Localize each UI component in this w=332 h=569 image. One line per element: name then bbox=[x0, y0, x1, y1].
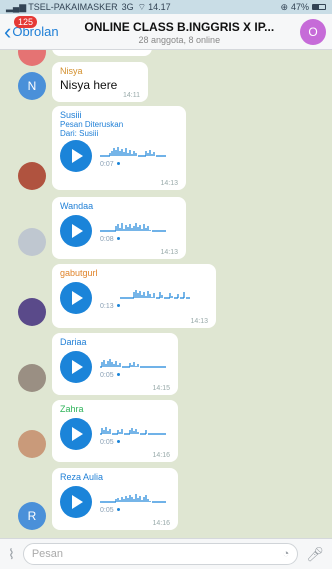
avatar-reza-aulia[interactable]: R bbox=[18, 502, 46, 530]
clock: 14.17 bbox=[148, 2, 171, 12]
voice-message-bubble[interactable]: Wandaa 0:08 14:13 bbox=[52, 197, 186, 259]
sender-name: Nisya bbox=[60, 66, 83, 76]
voice-player: 0:05 bbox=[60, 484, 170, 520]
voice-player: 0:13 bbox=[60, 280, 208, 316]
avatar-susiii[interactable] bbox=[18, 162, 46, 190]
message-time: 14:15 bbox=[152, 385, 170, 392]
waveform bbox=[100, 146, 166, 157]
sender-name: gabutgurl bbox=[60, 268, 98, 278]
message-time: 14:13 bbox=[160, 180, 178, 187]
voice-player: 0:05 bbox=[60, 349, 170, 385]
play-button[interactable] bbox=[60, 215, 92, 247]
avatar bbox=[18, 50, 46, 66]
voice-duration: 0:07 bbox=[100, 161, 170, 168]
group-avatar[interactable]: O bbox=[300, 18, 326, 45]
message-list[interactable]: N Nisya Nisya here 14:11 Susiii Pesan Di… bbox=[0, 50, 332, 538]
unread-badge: 125 bbox=[14, 16, 38, 28]
waveform bbox=[100, 426, 166, 435]
voice-duration: 0:05 bbox=[100, 439, 170, 446]
message-placeholder: Pesan bbox=[31, 548, 64, 560]
unplayed-dot bbox=[116, 237, 120, 241]
unplayed-dot bbox=[116, 508, 120, 512]
play-button[interactable] bbox=[60, 140, 92, 172]
chat-title: ONLINE CLASS B.INGGRIS X IP... bbox=[84, 20, 275, 34]
signal-icon: ▂▄▆ bbox=[6, 1, 27, 12]
message-bubble-partial bbox=[52, 50, 152, 56]
play-button[interactable] bbox=[60, 486, 92, 518]
unplayed-dot bbox=[116, 373, 120, 377]
avatar-zahra[interactable] bbox=[18, 430, 46, 458]
status-bar: ▂▄▆ TSEL-PAKAIMASKER 3G ⌔ 14.17 ⊕ 47% bbox=[0, 0, 332, 14]
message-input[interactable]: Pesan ◔ bbox=[22, 543, 299, 565]
play-button[interactable] bbox=[60, 351, 92, 383]
message-time: 14:16 bbox=[152, 520, 170, 527]
voice-message-bubble[interactable]: Susiii Pesan Diteruskan Dari: Susiii 0:0… bbox=[52, 106, 186, 190]
waveform bbox=[100, 358, 166, 368]
forward-from: Dari: Susiii bbox=[60, 129, 99, 138]
avatar-gabutgurl[interactable] bbox=[18, 298, 46, 326]
attach-icon[interactable]: ⌇ bbox=[8, 546, 15, 563]
unplayed-dot bbox=[116, 440, 120, 444]
sticker-icon[interactable]: ◔ bbox=[283, 548, 290, 560]
message-time: 14:11 bbox=[123, 92, 140, 99]
battery-percent: 47% bbox=[290, 2, 309, 12]
message-bubble[interactable]: Nisya Nisya here 14:11 bbox=[52, 62, 148, 102]
voice-duration: 0:08 bbox=[100, 236, 170, 243]
voice-message-bubble[interactable]: Dariaa 0:05 14:15 bbox=[52, 333, 178, 395]
voice-message-bubble[interactable]: Reza Aulia 0:05 14:16 bbox=[52, 468, 178, 530]
chat-info[interactable]: ONLINE CLASS B.INGGRIS X IP... 28 anggot… bbox=[59, 18, 300, 45]
unplayed-dot bbox=[116, 162, 120, 166]
voice-player: 0:07 bbox=[60, 138, 178, 174]
waveform bbox=[100, 493, 166, 503]
wifi-icon: ⌔ bbox=[137, 1, 147, 12]
message-composer: ⌇ Pesan ◔ 🎤︎ bbox=[0, 538, 332, 569]
voice-message-bubble[interactable]: gabutgurl 0:13 14:13 bbox=[52, 264, 216, 328]
carrier-name: TSEL-PAKAIMASKER bbox=[28, 2, 118, 12]
voice-player: 0:08 bbox=[60, 213, 178, 249]
network-type: 3G bbox=[121, 2, 134, 12]
avatar-nisya[interactable]: N bbox=[18, 72, 46, 100]
play-button[interactable] bbox=[60, 418, 92, 450]
voice-duration: 0:13 bbox=[100, 303, 210, 310]
alarm-icon: ⊕ bbox=[280, 1, 288, 12]
play-button[interactable] bbox=[60, 282, 92, 314]
voice-duration: 0:05 bbox=[100, 372, 170, 379]
waveform bbox=[100, 222, 166, 232]
message-text: Nisya here bbox=[60, 78, 118, 92]
chat-subtitle: 28 anggota, 8 online bbox=[138, 35, 221, 45]
sender-name: Zahra bbox=[60, 404, 84, 414]
waveform bbox=[120, 289, 190, 299]
voice-player: 0:05 bbox=[60, 416, 170, 452]
sender-name: Dariaa bbox=[60, 337, 87, 347]
voice-message-bubble[interactable]: Zahra 0:05 14:16 bbox=[52, 400, 178, 462]
avatar-dariaa[interactable] bbox=[18, 364, 46, 392]
battery-icon bbox=[312, 4, 326, 10]
sender-name: Wandaa bbox=[60, 201, 94, 211]
unplayed-dot bbox=[116, 304, 120, 308]
chevron-left-icon: ‹ bbox=[4, 18, 12, 44]
message-time: 14:13 bbox=[160, 249, 178, 256]
sender-name: Reza Aulia bbox=[60, 472, 104, 482]
microphone-icon[interactable]: 🎤︎ bbox=[306, 546, 324, 563]
back-button[interactable]: ‹ Obrolan 125 bbox=[0, 14, 59, 49]
message-time: 14:16 bbox=[152, 452, 170, 459]
message-time: 14:13 bbox=[190, 318, 208, 325]
voice-duration: 0:05 bbox=[100, 507, 170, 514]
forward-label: Pesan Diteruskan bbox=[60, 120, 124, 129]
chat-header: ‹ Obrolan 125 ONLINE CLASS B.INGGRIS X I… bbox=[0, 14, 332, 50]
sender-name: Susiii bbox=[60, 110, 82, 120]
avatar-wandaa[interactable] bbox=[18, 228, 46, 256]
